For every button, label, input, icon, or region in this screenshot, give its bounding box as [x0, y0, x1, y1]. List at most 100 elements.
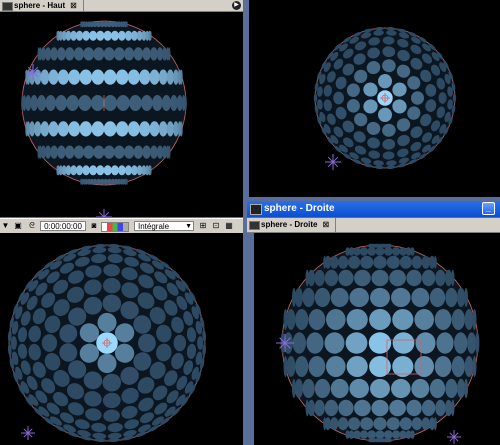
sphere-disc [113, 47, 125, 61]
sphere-disc [368, 332, 392, 354]
sphere-disc [353, 430, 361, 439]
tab-sphere-haut[interactable]: sphere - Haut ☒ [0, 0, 84, 11]
sphere-disc [110, 165, 119, 176]
transparency-icon[interactable]: ▦ [224, 221, 234, 231]
zoom-icon[interactable]: ▣ [13, 221, 23, 231]
sphere-disc [445, 287, 458, 308]
sphere-disc [83, 145, 95, 159]
resolution-select[interactable]: Intégrale ▼ [134, 221, 194, 231]
sphere-disc [337, 417, 349, 431]
timecode-field[interactable]: 0:00:00:00 [40, 221, 86, 231]
tab-sphere-droite[interactable]: sphere - Droite ☒ [247, 218, 336, 232]
sphere-disc [139, 121, 151, 137]
sphere-disc [110, 30, 119, 41]
sphere-disc [127, 69, 140, 85]
viewport-top-left[interactable] [0, 12, 243, 217]
close-icon[interactable]: ☒ [70, 3, 76, 10]
window-icon [250, 204, 262, 215]
sphere-disc [472, 356, 477, 377]
sphere-disc [93, 47, 105, 61]
sphere-disc [41, 334, 58, 352]
sphere-disc [452, 93, 457, 103]
sphere-disc [97, 312, 117, 333]
sphere-disc [324, 332, 345, 354]
tab-icon [2, 2, 13, 11]
tab-label: sphere - Droite [261, 220, 318, 229]
sphere-disc [386, 417, 400, 431]
color-channel-icon[interactable] [101, 222, 129, 232]
sphere-disc [314, 287, 331, 308]
sphere-disc [149, 121, 160, 137]
sphere-disc [411, 255, 423, 269]
sphere-disc [44, 47, 52, 61]
sphere-disc [124, 30, 133, 41]
sphere-disc [414, 309, 434, 330]
sphere-disc [40, 69, 50, 85]
sphere-disc [78, 95, 92, 111]
sphere-disc [338, 269, 354, 287]
sphere-disc [359, 247, 368, 256]
sphere-disc [436, 332, 454, 354]
sphere-disc [82, 30, 90, 41]
minimize-icon[interactable]: _ [482, 202, 495, 215]
sphere-disc [391, 287, 411, 308]
sphere-disc [429, 287, 446, 308]
panel-menu-icon[interactable]: ▶ [232, 1, 241, 10]
sphere-disc [399, 417, 412, 431]
dropdown-arrow-icon[interactable]: ▼ [1, 221, 10, 231]
sphere-render-right [276, 243, 480, 444]
sphere-disc [142, 145, 151, 159]
sphere-disc [410, 247, 415, 256]
sphere-disc [346, 309, 368, 330]
sphere-disc [434, 309, 452, 330]
sphere-disc [83, 47, 95, 61]
sphere-disc [399, 247, 407, 256]
viewer-toolbar: ▼ ▣ ᘓ 0:00:00:00 ◙ Intégrale ▼ ⊞ ⊡ ▦ [0, 218, 243, 234]
sphere-disc [330, 417, 339, 431]
window-titlebar[interactable]: sphere - Droite _ [247, 201, 500, 217]
sphere-disc [373, 417, 387, 431]
navigator-star-icon [447, 430, 461, 444]
sphere-disc [57, 145, 66, 159]
sphere-disc [307, 399, 315, 417]
sphere-disc [103, 30, 112, 41]
sphere-disc [91, 121, 105, 137]
sphere-disc [445, 378, 458, 399]
sphere-disc [124, 145, 135, 159]
sphere-disc [96, 30, 105, 41]
grid-icon[interactable]: ⊞ [198, 221, 208, 231]
sphere-disc [68, 69, 81, 85]
sphere-disc [411, 417, 423, 431]
camera-icon[interactable]: ◙ [89, 221, 99, 231]
viewport-bottom-left[interactable] [0, 233, 243, 445]
timecode-value: 0:00:00:00 [44, 222, 82, 231]
sphere-disc [434, 356, 452, 377]
viewport-top-right[interactable] [249, 0, 500, 197]
sphere-disc [392, 247, 401, 256]
sphere-disc [375, 247, 385, 256]
sphere-disc [389, 269, 406, 287]
sphere-disc [392, 430, 401, 439]
region-icon[interactable]: ⊡ [211, 221, 221, 231]
sphere-disc [45, 95, 56, 111]
viewport-bottom-right[interactable] [254, 233, 500, 445]
sphere-disc [307, 269, 315, 287]
sphere-disc [324, 269, 339, 287]
sphere-disc [118, 165, 126, 176]
sphere-disc [369, 309, 391, 330]
timecode-icon[interactable]: ᘓ [27, 221, 37, 231]
close-icon[interactable]: ☒ [323, 222, 329, 229]
sphere-disc [411, 91, 424, 105]
sphere-disc [149, 69, 160, 85]
sphere-disc [348, 255, 361, 269]
sphere-disc [313, 93, 318, 103]
sphere-disc [168, 145, 171, 159]
sphere-disc [314, 378, 331, 399]
sphere-disc [152, 95, 163, 111]
sphere-disc [124, 165, 133, 176]
sphere-disc [464, 287, 468, 308]
navigator-star-icon [96, 209, 112, 217]
sphere-disc [314, 269, 325, 287]
sphere-disc [79, 69, 93, 85]
window-title: sphere - Droite [264, 203, 335, 214]
